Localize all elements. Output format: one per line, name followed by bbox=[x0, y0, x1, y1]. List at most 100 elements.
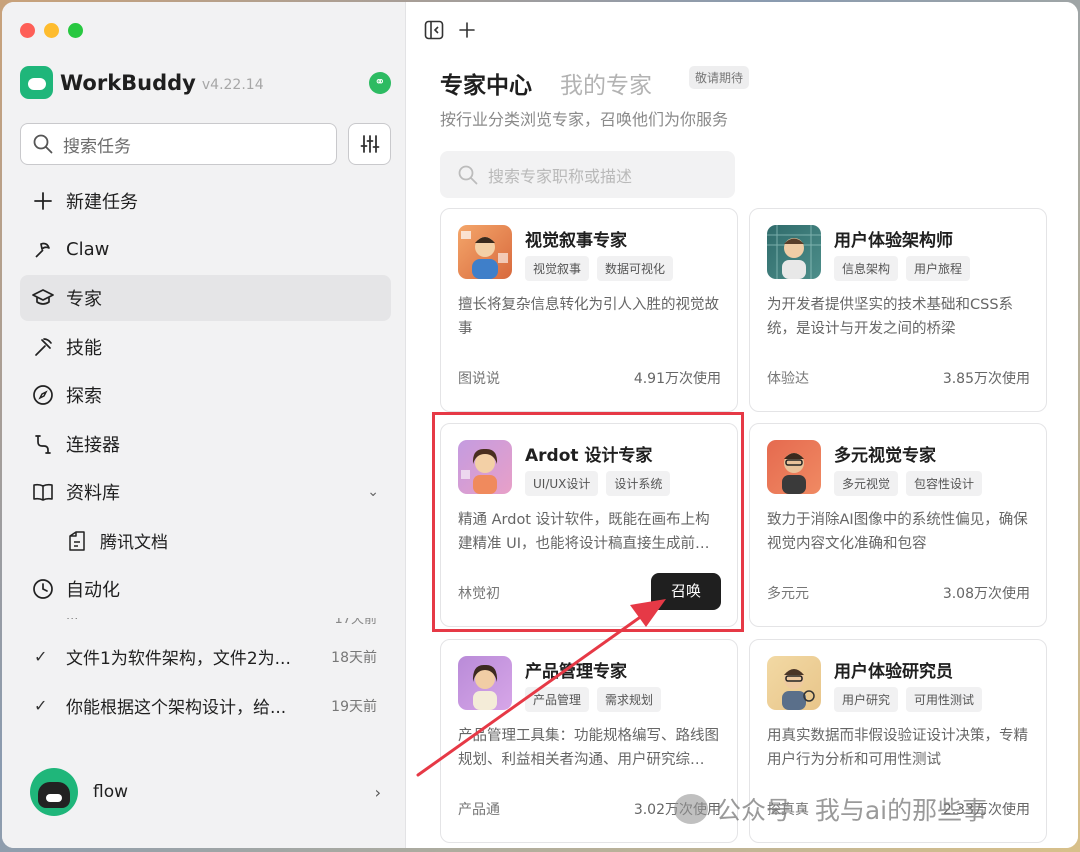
tencent-docs-icon bbox=[66, 530, 88, 552]
expert-usage-count: 4.91万次使用 bbox=[633, 371, 721, 387]
chevron-right-icon: › bbox=[374, 782, 381, 802]
sidebar-item-label: 新建任务 bbox=[66, 192, 138, 213]
toolbar bbox=[424, 20, 476, 40]
expert-author: 产品通 bbox=[458, 802, 500, 818]
expert-tag: 产品管理 bbox=[525, 687, 590, 712]
task-time: 19天前 bbox=[331, 698, 377, 715]
sidebar-item-experts[interactable]: 专家 bbox=[20, 275, 391, 321]
expert-card[interactable]: 视觉叙事专家 视觉叙事 数据可视化 擅长将复杂信息转化为引人入胜的视觉故事 图说… bbox=[440, 208, 738, 412]
sidebar-item-skills[interactable]: 技能 bbox=[20, 324, 391, 370]
sidebar-item-label: 自动化 bbox=[66, 580, 120, 601]
watermark-text: 公众号 · 我与ai的那些事 bbox=[716, 796, 988, 825]
sidebar-nav: 新建任务 Claw 专家 技能 探索 连接器 资料库 ⌄ 腾讯文档 自动化 bbox=[20, 178, 391, 615]
expert-title: 产品管理专家 bbox=[525, 662, 627, 682]
check-icon: ✓ bbox=[34, 647, 48, 666]
sidebar-item-label: 资料库 bbox=[66, 483, 120, 504]
expert-author: 体验达 bbox=[767, 371, 809, 387]
expert-title: 多元视觉专家 bbox=[834, 446, 936, 466]
coming-soon-badge: 敬请期待 bbox=[689, 66, 750, 89]
page-subtitle: 按行业分类浏览专家，召唤他们为你服务 bbox=[440, 110, 729, 129]
expert-tags: 产品管理 需求规划 bbox=[525, 687, 662, 712]
user-profile[interactable]: flow › bbox=[30, 768, 381, 816]
expert-tag: 视觉叙事 bbox=[525, 256, 590, 281]
expert-avatar bbox=[767, 225, 821, 279]
sidebar-item-new-task[interactable]: 新建任务 bbox=[20, 178, 391, 224]
expert-avatar bbox=[767, 440, 821, 494]
recent-tasks: ... 17天前 ✓ 文件1为软件架构，文件2为... 18天前 ✓ 你能根据这… bbox=[20, 618, 391, 730]
plus-icon bbox=[32, 190, 54, 212]
filter-button[interactable] bbox=[348, 123, 391, 165]
expert-avatar bbox=[458, 656, 512, 710]
search-icon bbox=[458, 165, 478, 184]
user-name: flow bbox=[93, 782, 129, 802]
graduation-cap-icon bbox=[32, 287, 54, 309]
expert-tags: 视觉叙事 数据可视化 bbox=[525, 256, 674, 281]
partial-task-row[interactable]: ... 17天前 bbox=[20, 618, 391, 632]
sidebar-item-tencent-docs[interactable]: 腾讯文档 bbox=[20, 518, 391, 564]
task-search-placeholder: 搜索任务 bbox=[63, 136, 131, 157]
sidebar-item-claw[interactable]: Claw bbox=[20, 227, 391, 273]
task-text: 文件1为软件架构，文件2为... bbox=[66, 649, 291, 669]
check-icon: ✓ bbox=[34, 696, 48, 715]
expert-tag: 用户研究 bbox=[834, 687, 899, 712]
expert-search-input[interactable]: 搜索专家职称或描述 bbox=[440, 151, 735, 198]
app-name: WorkBuddy bbox=[60, 70, 196, 95]
sidebar-item-label: Claw bbox=[66, 239, 110, 260]
expert-tag: 需求规划 bbox=[597, 687, 662, 712]
sliders-icon bbox=[360, 135, 379, 153]
task-text: 你能根据这个架构设计，给... bbox=[66, 698, 287, 718]
expert-avatar bbox=[458, 225, 512, 279]
compass-icon bbox=[32, 384, 54, 406]
expert-tags: 信息架构 用户旅程 bbox=[834, 256, 971, 281]
task-row[interactable]: ✓ 文件1为软件架构，文件2为... 18天前 bbox=[20, 632, 391, 681]
expert-card[interactable]: 用户体验架构师 信息架构 用户旅程 为开发者提供坚实的技术基础和CSS系统，是设… bbox=[749, 208, 1047, 412]
clock-icon bbox=[32, 578, 54, 600]
sidebar-item-automation[interactable]: 自动化 bbox=[20, 566, 391, 612]
expert-tag: 可用性测试 bbox=[906, 687, 983, 712]
avatar bbox=[30, 768, 78, 816]
plus-icon[interactable] bbox=[458, 21, 476, 39]
minimize-window-button[interactable] bbox=[44, 23, 59, 38]
close-window-button[interactable] bbox=[20, 23, 35, 38]
sidebar-item-label: 专家 bbox=[66, 289, 102, 310]
task-search-input[interactable]: 搜索任务 bbox=[20, 123, 337, 165]
tab-my-experts[interactable]: 我的专家 bbox=[560, 66, 652, 100]
task-time: 17天前 bbox=[334, 618, 377, 627]
connector-icon bbox=[32, 433, 54, 455]
expert-search-placeholder: 搜索专家职称或描述 bbox=[488, 166, 633, 186]
sidebar-item-label: 探索 bbox=[66, 386, 102, 407]
sidebar-toggle-icon[interactable] bbox=[424, 20, 444, 40]
sidebar-item-connectors[interactable]: 连接器 bbox=[20, 421, 391, 467]
maximize-window-button[interactable] bbox=[68, 23, 83, 38]
sidebar-item-label: 技能 bbox=[66, 337, 102, 359]
expert-avatar bbox=[767, 656, 821, 710]
expert-tag: 用户旅程 bbox=[906, 256, 971, 281]
expert-tabs: 专家中心 我的专家 敬请期待 bbox=[440, 66, 750, 100]
expert-tags: 用户研究 可用性测试 bbox=[834, 687, 983, 712]
chevron-down-icon[interactable]: ⌄ bbox=[367, 484, 379, 500]
task-row[interactable]: ✓ 你能根据这个架构设计，给... 19天前 bbox=[20, 681, 391, 730]
sidebar: WorkBuddy v4.22.14 ⚭ 搜索任务 新建任务 Claw 专家 技… bbox=[2, 2, 406, 848]
wechat-logo-icon bbox=[674, 794, 708, 824]
expert-title: 用户体验研究员 bbox=[834, 662, 953, 682]
expert-tag: 数据可视化 bbox=[597, 256, 674, 281]
hammer-icon bbox=[32, 336, 54, 358]
expert-title: 用户体验架构师 bbox=[834, 231, 953, 251]
expert-description: 擅长将复杂信息转化为引人入胜的视觉故事 bbox=[458, 297, 719, 337]
link-icon[interactable]: ⚭ bbox=[369, 72, 391, 94]
expert-tag: 多元视觉 bbox=[834, 471, 899, 496]
expert-description: 致力于消除AI图像中的系统性偏见，确保视觉内容文化准确和包容 bbox=[767, 512, 1028, 552]
sidebar-item-library[interactable]: 资料库 ⌄ bbox=[20, 469, 391, 515]
sidebar-item-explore[interactable]: 探索 bbox=[20, 372, 391, 418]
sidebar-item-label: 连接器 bbox=[66, 434, 120, 456]
watermark: 公众号 · 我与ai的那些事 bbox=[674, 791, 987, 827]
tab-expert-center[interactable]: 专家中心 bbox=[440, 66, 532, 100]
task-text: ... bbox=[66, 618, 78, 623]
expert-title: 视觉叙事专家 bbox=[525, 231, 627, 251]
expert-author: 多元元 bbox=[767, 586, 809, 602]
expert-usage-count: 3.85万次使用 bbox=[942, 371, 1030, 387]
expert-card[interactable]: 多元视觉专家 多元视觉 包容性设计 致力于消除AI图像中的系统性偏见，确保视觉内… bbox=[749, 423, 1047, 627]
book-icon bbox=[32, 481, 54, 503]
main-panel: 专家中心 我的专家 敬请期待 按行业分类浏览专家，召唤他们为你服务 搜索专家职称… bbox=[406, 2, 1078, 848]
sidebar-item-label: 腾讯文档 bbox=[100, 533, 168, 553]
